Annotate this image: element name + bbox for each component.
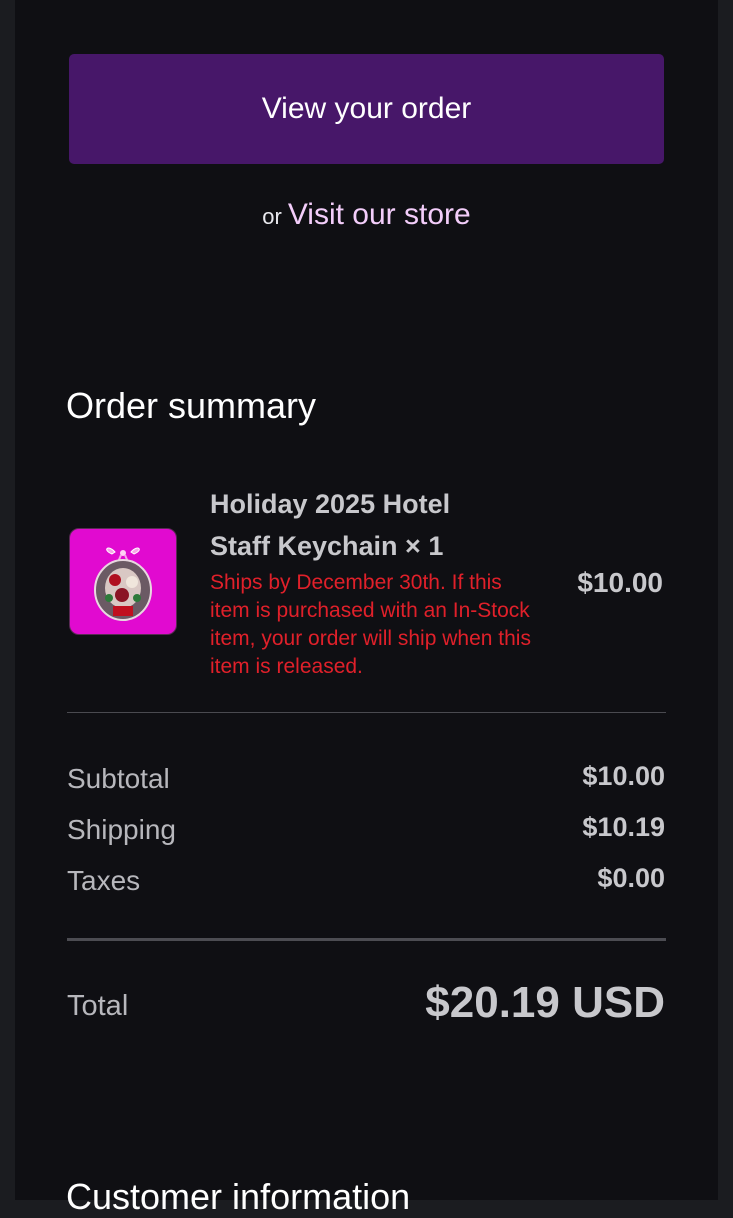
or-text: or	[262, 204, 282, 229]
view-order-button[interactable]: View your order	[69, 54, 664, 164]
shipping-label: Shipping	[67, 814, 176, 845]
total-label: Total	[67, 990, 129, 1022]
customer-information-title: Customer information	[66, 1176, 411, 1217]
taxes-label: Taxes	[67, 865, 141, 896]
shipping-value: $10.19	[582, 812, 665, 842]
item-price: $10.00	[577, 567, 663, 598]
total-divider	[67, 938, 666, 941]
subtotal-label: Subtotal	[67, 763, 170, 794]
visit-store-line: or Visit our store	[0, 198, 733, 232]
taxes-value: $0.00	[597, 863, 665, 893]
subtotal-value: $10.00	[582, 761, 665, 791]
keychain-product-image	[94, 547, 152, 621]
order-summary-title: Order summary	[66, 385, 317, 426]
item-name: Holiday 2025 Hotel Staff Keychain × 1	[210, 489, 451, 561]
divider	[67, 712, 666, 713]
product-image	[69, 528, 177, 635]
total-value: $20.19 USD	[425, 978, 665, 1027]
visit-store-link[interactable]: Visit our store	[288, 198, 471, 231]
item-shipping-note: Ships by December 30th. If this item is …	[210, 571, 531, 678]
